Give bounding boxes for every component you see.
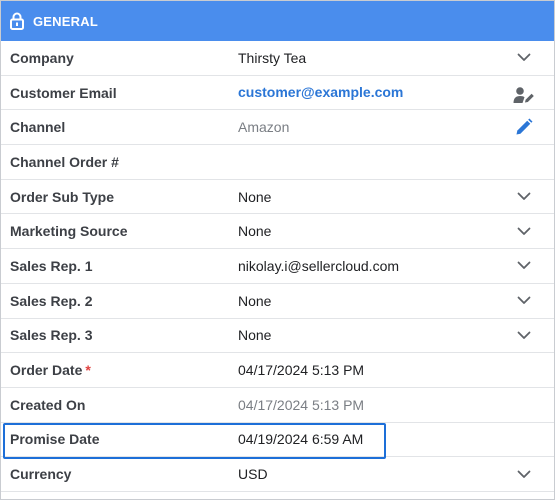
panel-title: GENERAL [33, 13, 98, 29]
company-label: Company [10, 49, 74, 66]
channel-label: Channel [10, 119, 66, 136]
chevron-down-icon[interactable] [512, 254, 536, 278]
channel-order-label: Channel Order # [10, 153, 119, 170]
promise-date-label: Promise Date [10, 431, 100, 448]
sales-rep-1-row[interactable]: Sales Rep. 1 nikolay.i@sellercloud.com [1, 249, 554, 284]
edit-customer-icon[interactable] [512, 83, 536, 107]
marketing-source-value[interactable]: None [238, 223, 271, 239]
sales-rep-2-label: Sales Rep. 2 [10, 292, 93, 309]
order-sub-type-label: Order Sub Type [10, 188, 114, 205]
chevron-down-icon[interactable] [512, 462, 536, 486]
customer-email-link[interactable]: customer@example.com [238, 84, 403, 100]
currency-label: Currency [10, 466, 72, 483]
sales-rep-2-row[interactable]: Sales Rep. 2 None [1, 284, 554, 319]
order-date-label-text: Order Date [10, 362, 83, 379]
sales-rep-1-label: Sales Rep. 1 [10, 257, 93, 274]
channel-value: Amazon [238, 119, 290, 136]
order-sub-type-value[interactable]: None [238, 189, 271, 205]
sales-rep-3-row[interactable]: Sales Rep. 3 None [1, 319, 554, 354]
chevron-down-icon[interactable] [512, 46, 536, 70]
order-sub-type-row[interactable]: Order Sub Type None [1, 180, 554, 215]
chevron-down-icon[interactable] [512, 323, 536, 347]
sales-rep-1-value[interactable]: nikolay.i@sellercloud.com [238, 258, 399, 274]
customer-email-label: Customer Email [10, 84, 117, 101]
sales-rep-2-value[interactable]: None [238, 293, 271, 309]
lock-icon [9, 12, 25, 30]
chevron-down-icon[interactable] [512, 289, 536, 313]
promise-date-value[interactable]: 04/19/2024 6:59 AM [238, 431, 363, 447]
order-date-row[interactable]: Order Date * 04/17/2024 5:13 PM [1, 353, 554, 388]
created-on-row: Created On 04/17/2024 5:13 PM [1, 388, 554, 423]
panel-header: GENERAL [1, 1, 554, 41]
promise-date-row[interactable]: Promise Date 04/19/2024 6:59 AM [1, 423, 554, 458]
channel-row: Channel Amazon [1, 110, 554, 146]
created-on-value: 04/17/2024 5:13 PM [238, 396, 365, 413]
chevron-down-icon[interactable] [512, 219, 536, 243]
required-marker: * [85, 362, 91, 379]
company-value[interactable]: Thirsty Tea [238, 50, 306, 66]
chevron-down-icon[interactable] [512, 185, 536, 209]
field-list: Company Thirsty Tea Customer Email custo… [1, 41, 554, 492]
order-date-label: Order Date * [10, 362, 91, 378]
marketing-source-row[interactable]: Marketing Source None [1, 214, 554, 250]
order-date-value[interactable]: 04/17/2024 5:13 PM [238, 362, 364, 378]
general-panel: GENERAL Company Thirsty Tea Customer Ema… [0, 0, 555, 500]
sales-rep-3-value[interactable]: None [238, 327, 271, 343]
channel-order-row: Channel Order # [1, 145, 554, 180]
marketing-source-label: Marketing Source [10, 223, 128, 240]
created-on-label: Created On [10, 396, 86, 413]
pencil-icon[interactable] [512, 115, 536, 139]
company-row[interactable]: Company Thirsty Tea [1, 41, 554, 76]
customer-email-row: Customer Email customer@example.com [1, 76, 554, 111]
currency-value[interactable]: USD [238, 466, 268, 482]
currency-row[interactable]: Currency USD [1, 457, 554, 492]
sales-rep-3-label: Sales Rep. 3 [10, 327, 93, 344]
